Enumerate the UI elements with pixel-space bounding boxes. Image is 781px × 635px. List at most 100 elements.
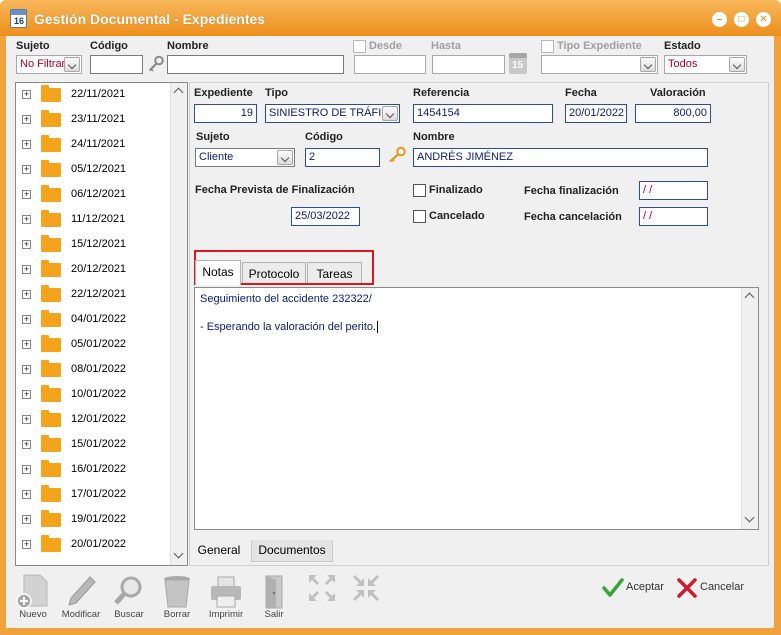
tab-notas[interactable]: Notas [195, 260, 241, 285]
fecha-input[interactable]: 20/01/2022 [565, 104, 627, 123]
expand-plus-icon[interactable]: + [22, 165, 31, 174]
filter-sujeto-select[interactable]: No Filtrar [16, 55, 82, 74]
chevron-down-icon[interactable] [729, 57, 745, 72]
folder-icon [41, 210, 61, 227]
nuevo-button[interactable]: Nuevo [11, 570, 55, 628]
modificar-label: Modificar [61, 609, 101, 620]
expand-icon[interactable] [307, 573, 337, 603]
expand-plus-icon[interactable]: + [22, 190, 31, 199]
tree-item[interactable]: +08/01/2022 [16, 359, 171, 381]
expand-plus-icon[interactable]: + [22, 90, 31, 99]
printer-icon [211, 576, 241, 608]
expand-plus-icon[interactable]: + [22, 390, 31, 399]
tree-item[interactable]: +05/12/2021 [16, 159, 171, 181]
expand-plus-icon[interactable]: + [22, 290, 31, 299]
tree-item[interactable]: +10/01/2022 [16, 384, 171, 406]
expediente-input[interactable]: 19 [194, 104, 257, 123]
key-icon[interactable] [147, 55, 165, 73]
expand-plus-icon[interactable]: + [22, 240, 31, 249]
folder-icon [41, 385, 61, 402]
folder-icon [41, 360, 61, 377]
tree-item[interactable]: +11/12/2021 [16, 209, 171, 231]
expand-plus-icon[interactable]: + [22, 465, 31, 474]
tree-item[interactable]: +20/01/2022 [16, 534, 171, 556]
scroll-up-icon[interactable] [744, 292, 755, 303]
tree-item[interactable]: +16/01/2022 [16, 459, 171, 481]
chevron-down-icon[interactable] [277, 150, 293, 165]
cancelado-checkbox[interactable] [413, 210, 426, 223]
buscar-button[interactable]: Buscar [107, 570, 151, 628]
fecha-finalizacion-input[interactable]: / / [639, 181, 708, 200]
tipo-select[interactable]: SINIESTRO DE TRÁFICO [265, 104, 400, 123]
tree-item[interactable]: +04/01/2022 [16, 309, 171, 331]
expand-plus-icon[interactable]: + [22, 440, 31, 449]
notes-textarea[interactable]: Seguimiento del accidente 232322/ - Espe… [194, 287, 759, 530]
expand-plus-icon[interactable]: + [22, 115, 31, 124]
tree-item[interactable]: +23/11/2021 [16, 109, 171, 131]
salir-button[interactable]: Salir [252, 570, 296, 628]
tree-item[interactable]: +12/01/2022 [16, 409, 171, 431]
buscar-label: Buscar [114, 609, 144, 620]
close-icon[interactable]: ✕ [756, 12, 771, 27]
filter-hasta-input[interactable] [432, 55, 505, 74]
expand-plus-icon[interactable]: + [22, 540, 31, 549]
expand-plus-icon[interactable]: + [22, 515, 31, 524]
chevron-down-icon[interactable] [382, 106, 398, 121]
expand-plus-icon[interactable]: + [22, 490, 31, 499]
tree-item[interactable]: +20/12/2021 [16, 259, 171, 281]
tree-item[interactable]: +22/11/2021 [16, 84, 171, 106]
expand-plus-icon[interactable]: + [22, 140, 31, 149]
collapse-icon[interactable] [351, 573, 381, 603]
filter-tipo-expediente-select[interactable] [541, 55, 658, 74]
borrar-button[interactable]: Borrar [155, 570, 199, 628]
expand-plus-icon[interactable]: + [22, 340, 31, 349]
sujeto-select[interactable]: Cliente [195, 148, 295, 167]
filter-tipo-expediente-checkbox[interactable] [541, 40, 554, 53]
filter-sujeto-value: No Filtrar [20, 58, 66, 70]
scroll-down-icon[interactable] [173, 548, 184, 559]
nombre-input[interactable]: ANDRÉS JIMÉNEZ [413, 148, 708, 167]
referencia-input[interactable]: 1454154 [413, 104, 553, 123]
tab-general[interactable]: General [193, 540, 245, 562]
expand-plus-icon[interactable]: + [22, 265, 31, 274]
maximize-icon[interactable]: □ [734, 12, 749, 27]
date-tree[interactable]: +22/11/2021 +23/11/2021 +24/11/2021 +05/12/… [15, 82, 188, 566]
tab-documentos[interactable]: Documentos [251, 540, 333, 562]
notes-scrollbar[interactable] [741, 288, 758, 529]
scroll-down-icon[interactable] [744, 512, 755, 523]
tree-item[interactable]: +17/01/2022 [16, 484, 171, 506]
minimize-icon[interactable]: – [712, 12, 727, 27]
tree-item[interactable]: +06/12/2021 [16, 184, 171, 206]
modificar-button[interactable]: Modificar [59, 570, 103, 628]
fecha-prevista-input[interactable]: 25/03/2022 [291, 207, 360, 226]
filter-desde-input[interactable] [354, 55, 426, 74]
tree-item[interactable]: +22/12/2021 [16, 284, 171, 306]
fecha-cancelacion-input[interactable]: / / [639, 207, 708, 226]
title-bar[interactable]: 16 Gestión Documental - Expedientes – □ … [0, 0, 781, 36]
key-icon[interactable] [387, 146, 407, 164]
filter-estado-select[interactable]: Todos [664, 55, 747, 74]
chevron-down-icon[interactable] [640, 57, 656, 72]
folder-icon [41, 285, 61, 302]
tree-item[interactable]: +24/11/2021 [16, 134, 171, 156]
expand-plus-icon[interactable]: + [22, 365, 31, 374]
finalizado-checkbox[interactable] [413, 184, 426, 197]
filter-desde-checkbox[interactable] [353, 40, 366, 53]
tree-item[interactable]: +15/12/2021 [16, 234, 171, 256]
expand-plus-icon[interactable]: + [22, 315, 31, 324]
scroll-up-icon[interactable] [173, 87, 184, 98]
codigo-input[interactable]: 2 [305, 148, 380, 167]
tree-item-label: 05/12/2021 [71, 163, 127, 175]
valoracion-input[interactable]: 800,00 [635, 104, 711, 123]
expand-plus-icon[interactable]: + [22, 415, 31, 424]
filter-codigo-input[interactable] [90, 55, 143, 74]
tree-item[interactable]: +05/01/2022 [16, 334, 171, 356]
expand-plus-icon[interactable]: + [22, 215, 31, 224]
tree-item[interactable]: +19/01/2022 [16, 509, 171, 531]
calendar-icon[interactable]: 15 [509, 53, 527, 74]
filter-nombre-input[interactable] [167, 55, 344, 74]
tree-item[interactable]: +15/01/2022 [16, 434, 171, 456]
imprimir-button[interactable]: Imprimir [204, 570, 248, 628]
chevron-down-icon[interactable] [64, 57, 80, 72]
tree-scrollbar[interactable] [170, 83, 187, 565]
